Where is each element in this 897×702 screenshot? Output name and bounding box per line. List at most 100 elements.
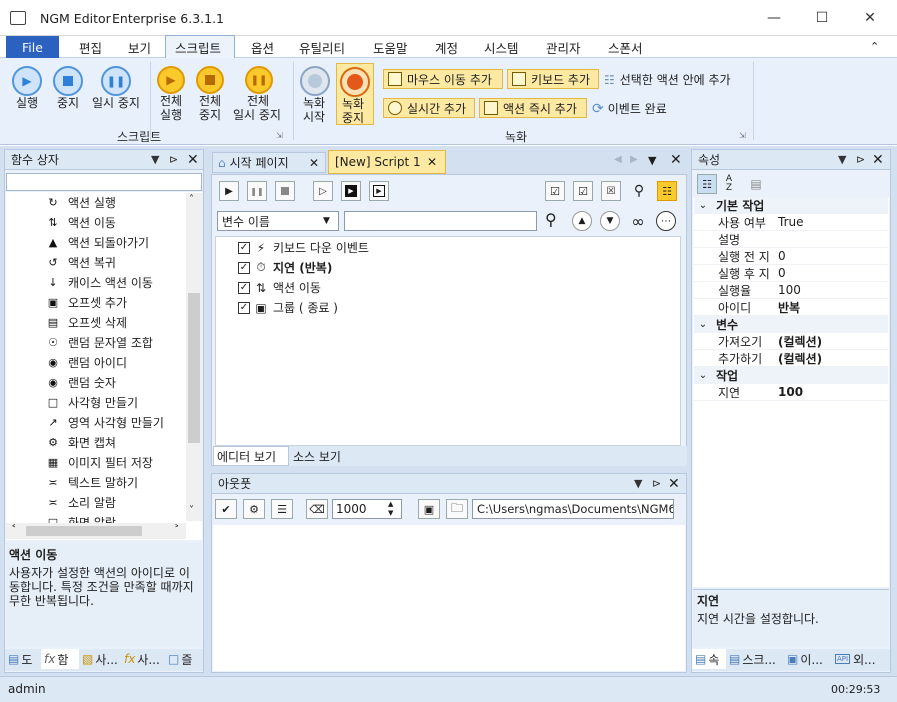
tab-properties[interactable]: ▤ 속 [692, 649, 726, 669]
variable-search-input[interactable] [344, 211, 537, 231]
search-icon[interactable]: ⚲ [545, 210, 557, 229]
add-mouse-move-button[interactable]: 마우스 이동 추가 [383, 69, 503, 89]
tab-function[interactable]: fx 함 [41, 649, 79, 669]
row-checkbox[interactable]: ✓ [238, 241, 250, 254]
record-stop-button[interactable]: 녹화 중지 [336, 63, 374, 125]
collapse-ribbon-icon[interactable]: ⌃ [870, 40, 879, 53]
tab-list-icon[interactable]: ▼ [648, 154, 656, 167]
tab-script-list[interactable]: ▤ 스크... [726, 649, 784, 669]
function-item-sound-alarm[interactable]: ≍ 소리 알람 [46, 494, 116, 511]
tab-right-icon[interactable]: ▶ [630, 154, 638, 165]
close-icon[interactable]: ✕ [872, 152, 884, 168]
pin-icon[interactable]: ⊳ [652, 477, 661, 490]
add-keyboard-button[interactable]: 키보드 추가 [507, 69, 599, 89]
function-search-input[interactable] [6, 173, 202, 191]
eraser-button[interactable]: ⌫ [306, 499, 328, 519]
script-row[interactable]: ✓ ⚡ 키보드 다운 이벤트 [238, 239, 369, 256]
variable-select[interactable]: 변수 이름 ▼ [217, 211, 339, 231]
add-inside-action-button[interactable]: ☷ 선택한 액션 안에 추가 [604, 71, 731, 88]
editor-run-selected-button[interactable]: ▶ [341, 181, 361, 201]
function-item-case-move[interactable]: ↓ 캐이스 액션 이동 [46, 274, 153, 291]
menu-account[interactable]: 계정 [435, 38, 458, 57]
sort-alpha-button[interactable]: AZ [719, 174, 739, 194]
menu-options[interactable]: 옵션 [251, 38, 274, 57]
stop-all-button[interactable]: 전체 중지 [196, 66, 226, 126]
menu-admin[interactable]: 관리자 [546, 38, 581, 57]
menu-help[interactable]: 도움말 [373, 38, 408, 57]
function-item-run-action[interactable]: ↻ 액션 실행 [46, 194, 116, 211]
close-tab-icon[interactable]: ✕ [427, 155, 437, 169]
close-tab-icon[interactable]: ✕ [309, 156, 319, 170]
dropdown-icon[interactable]: ▼ [151, 153, 159, 166]
tab-favorites[interactable]: □ 즐 [165, 649, 201, 669]
run-all-button[interactable]: ▶ 전체 실행 [157, 66, 187, 126]
tab-source-view[interactable]: 소스 보기 [290, 446, 350, 466]
file-menu-button[interactable]: File [6, 36, 59, 58]
property-value[interactable]: True [778, 215, 804, 229]
pin-icon[interactable]: ⊳ [169, 153, 178, 166]
move-down-button[interactable]: ▼ [600, 211, 620, 231]
property-row[interactable]: 아이디 반복 [694, 299, 888, 316]
log-count-stepper[interactable]: 1000 ▲ ▼ [332, 499, 402, 519]
minimize-button[interactable]: — [751, 0, 797, 36]
hscroll-thumb[interactable] [26, 526, 142, 536]
row-checkbox[interactable]: ✓ [238, 301, 250, 314]
property-value[interactable]: 반복 [778, 299, 800, 316]
function-item-offset-add[interactable]: ▣ 오프셋 추가 [46, 294, 127, 311]
menu-system[interactable]: 시스템 [484, 38, 519, 57]
script-row[interactable]: ✓ ⇅ 액션 이동 [238, 279, 321, 296]
check-all-button[interactable]: ☑ [545, 181, 565, 201]
scroll-right-icon[interactable]: ˃ [174, 523, 180, 536]
function-item-image-filter[interactable]: ▦ 이미지 필터 저장 [46, 454, 153, 471]
tab-toolbox[interactable]: ▤ 도 [5, 649, 41, 669]
menu-script[interactable]: 스크립트 [175, 38, 221, 57]
pin-icon[interactable]: ⊳ [856, 153, 865, 166]
function-item-offset-delete[interactable]: ▤ 오프셋 삭제 [46, 314, 127, 331]
editor-pause-button[interactable]: ❚❚ [247, 181, 267, 201]
function-item-back-action[interactable]: ▲ 액션 되돌아가기 [46, 234, 149, 251]
close-window-button[interactable]: ✕ [847, 0, 893, 36]
property-row[interactable]: 사용 여부 True [694, 214, 888, 231]
function-item-make-rect[interactable]: □ 사각형 만들기 [46, 394, 138, 411]
instant-add-button[interactable]: 액션 즉시 추가 [479, 98, 587, 118]
property-row[interactable]: 가져오기 (컬렉션) [694, 333, 888, 350]
pause-button[interactable]: ❚❚ 일시 중지 [92, 66, 142, 116]
menu-view[interactable]: 보기 [128, 38, 151, 57]
function-item-return-action[interactable]: ↺ 액션 복귀 [46, 254, 116, 271]
output-log-area[interactable] [213, 525, 685, 671]
chevron-down-icon[interactable]: ⌄ [694, 319, 712, 330]
function-item-random-string[interactable]: ☉ 랜덤 문자열 조합 [46, 334, 153, 351]
chevron-down-icon[interactable]: ⌄ [694, 200, 712, 211]
chevron-down-icon[interactable]: ⌄ [694, 370, 712, 381]
menu-edit[interactable]: 편집 [79, 38, 102, 57]
row-checkbox[interactable]: ✓ [238, 281, 250, 294]
open-folder-button[interactable]: 🗀 [446, 499, 468, 519]
scroll-down-icon[interactable]: ˅ [189, 505, 194, 516]
close-document-icon[interactable]: ✕ [670, 152, 682, 168]
menu-utility[interactable]: 유틸리티 [299, 38, 345, 57]
function-list-hscrollbar[interactable]: ˂ ˃ [6, 523, 186, 539]
log-list-button[interactable]: ☰ [271, 499, 293, 519]
save-log-button[interactable]: ▣ [418, 499, 440, 519]
property-row[interactable]: 실행 전 지 0 [694, 248, 888, 265]
stepper-arrows-icon[interactable]: ▲ ▼ [388, 500, 393, 518]
tab-script-1[interactable]: [New] Script 1 ✕ [328, 150, 446, 174]
property-category[interactable]: ⌄ 작업 [694, 367, 888, 384]
loop-button[interactable]: ∞ [628, 211, 648, 231]
function-item-screen-capture[interactable]: ⚙ 화면 캡쳐 [46, 434, 116, 451]
log-path-field[interactable]: C:\Users\ngmas\Documents\NGM6\ [472, 499, 674, 519]
run-button[interactable]: ▶ 실행 [12, 66, 44, 116]
property-value[interactable]: 0 [778, 249, 786, 263]
stop-button[interactable]: 중지 [53, 66, 85, 116]
row-checkbox[interactable]: ✓ [238, 261, 250, 274]
more-button[interactable]: ⋯ [656, 211, 676, 231]
close-icon[interactable]: ✕ [668, 476, 680, 492]
tab-start-page[interactable]: ⌂ 시작 페이지 ✕ [212, 152, 326, 173]
categorized-button[interactable]: ☷ [697, 174, 717, 194]
move-up-button[interactable]: ▲ [572, 211, 592, 231]
dialog-launcher-icon[interactable]: ⇲ [739, 131, 746, 140]
property-row[interactable]: 실행 후 지 0 [694, 265, 888, 282]
realtime-add-button[interactable]: 실시간 추가 [383, 98, 475, 118]
dropdown-icon[interactable]: ▼ [634, 477, 642, 490]
tab-image[interactable]: ▣ 이... [784, 649, 832, 669]
